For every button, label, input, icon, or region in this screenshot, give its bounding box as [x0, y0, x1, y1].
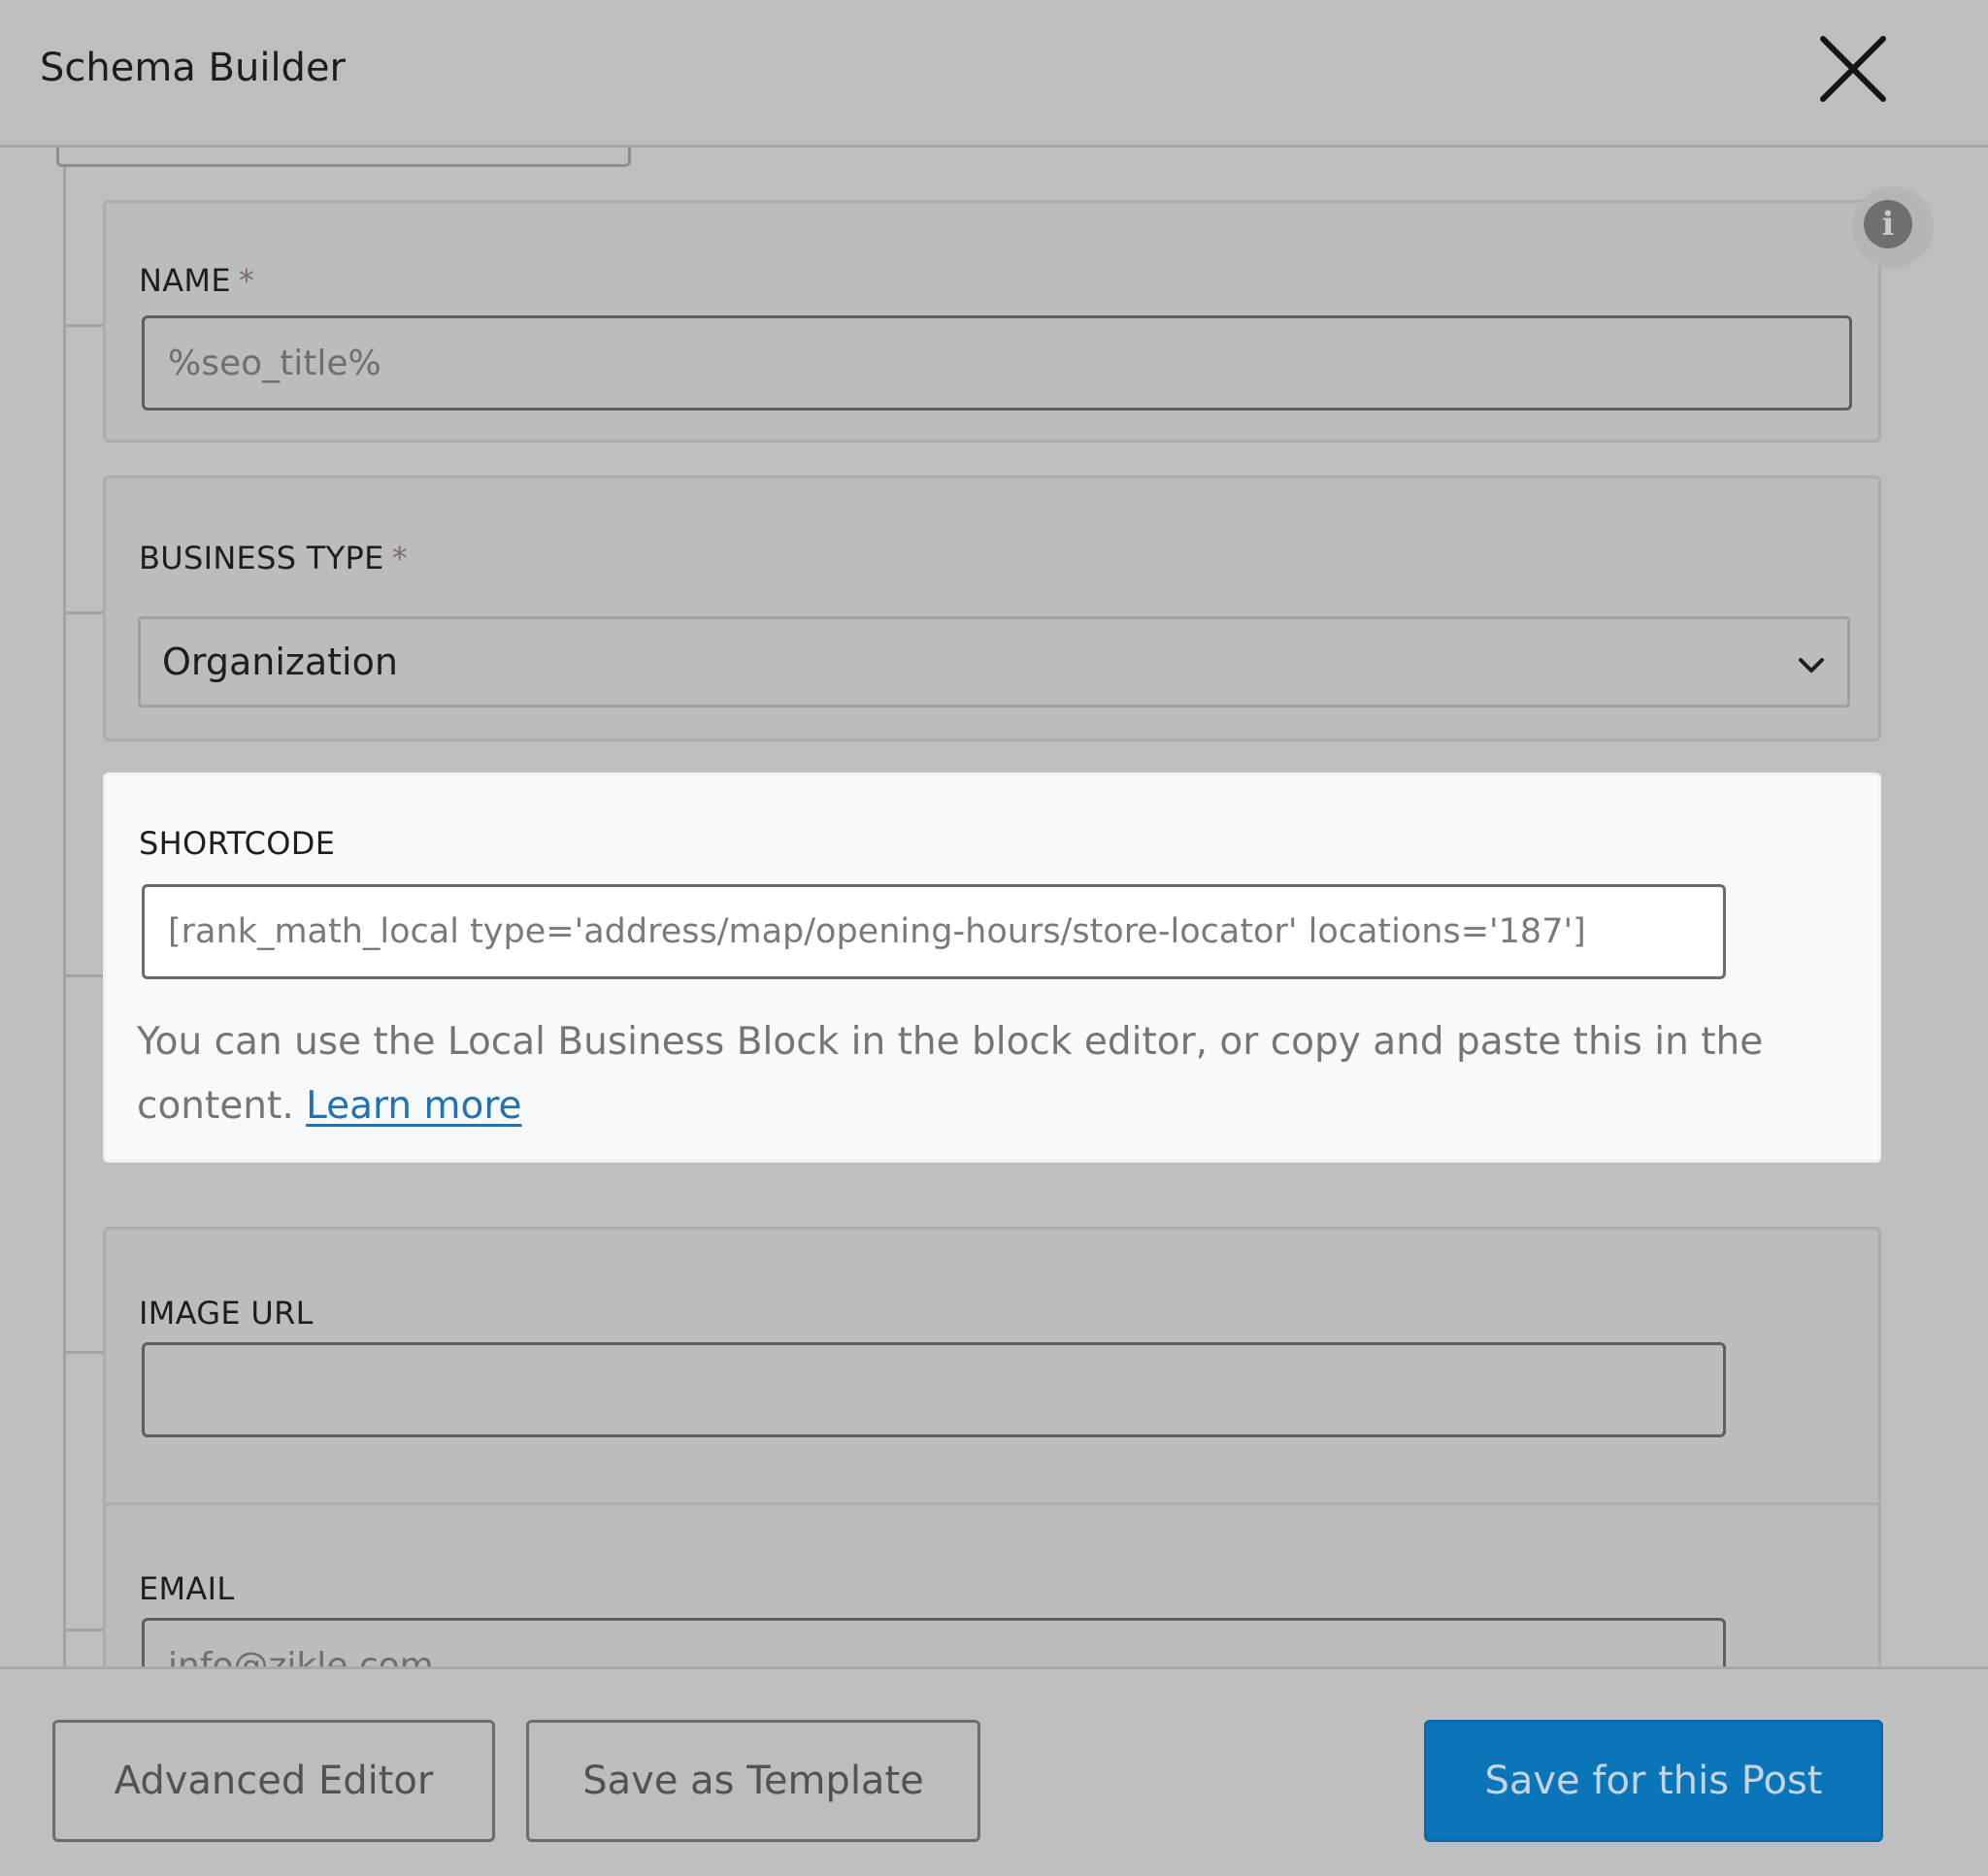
shortcode-help: You can use the Local Business Block in …: [137, 1010, 1787, 1138]
field-label-text: NAME: [139, 262, 231, 299]
field-label: IMAGE URL: [139, 1295, 314, 1332]
close-button[interactable]: [1813, 29, 1893, 109]
tree-branch: [63, 1629, 104, 1631]
tree-branch: [63, 1351, 104, 1354]
schema-fields-panel[interactable]: NAME * %seo_title% BUSINESS TYPE * Organiz…: [0, 148, 1988, 1666]
business-type-selected: Organization: [162, 641, 398, 683]
required-mark: *: [391, 540, 408, 576]
info-button[interactable]: i: [1852, 186, 1934, 268]
field-name: NAME * %seo_title%: [103, 200, 1881, 443]
name-input[interactable]: %seo_title%: [142, 315, 1852, 411]
tree-branch: [63, 324, 104, 327]
field-email: EMAIL info@zikle.com: [103, 1502, 1881, 1666]
modal-title: Schema Builder: [40, 46, 346, 90]
field-label: SHORTCODE: [139, 825, 336, 862]
shortcode-input[interactable]: [rank_math_local type='address/map/openi…: [142, 884, 1726, 979]
field-shortcode: SHORTCODE [rank_math_local type='address…: [103, 773, 1881, 1163]
email-input[interactable]: info@zikle.com: [142, 1618, 1726, 1666]
schema-builder-modal: Schema Builder NAME * %seo_title% BUSINES…: [0, 0, 1988, 1876]
chevron-down-icon: [1799, 658, 1824, 673]
field-label: EMAIL: [139, 1570, 235, 1607]
field-image-url: IMAGE URL: [103, 1227, 1881, 1508]
field-business-type: BUSINESS TYPE * Organization: [103, 476, 1881, 741]
save-for-post-button[interactable]: Save for this Post: [1424, 1720, 1883, 1842]
tree-connector-line: [63, 167, 66, 1666]
modal-header: Schema Builder: [0, 0, 1988, 148]
tree-branch: [63, 611, 104, 614]
advanced-editor-button[interactable]: Advanced Editor: [52, 1720, 495, 1842]
info-icon: i: [1864, 200, 1912, 248]
field-label: NAME *: [139, 261, 254, 300]
save-as-template-button[interactable]: Save as Template: [526, 1720, 980, 1842]
required-mark: *: [238, 262, 255, 299]
image-url-input[interactable]: [142, 1342, 1726, 1437]
close-icon: [1820, 36, 1886, 102]
tree-branch: [63, 974, 104, 977]
field-label-text: BUSINESS TYPE: [139, 540, 384, 576]
learn-more-link[interactable]: Learn more: [306, 1084, 521, 1128]
business-type-select[interactable]: Organization: [138, 616, 1850, 708]
field-label: BUSINESS TYPE *: [139, 539, 408, 577]
modal-footer: Advanced Editor Save as Template Save fo…: [0, 1666, 1988, 1876]
previous-field-group: [56, 148, 631, 167]
